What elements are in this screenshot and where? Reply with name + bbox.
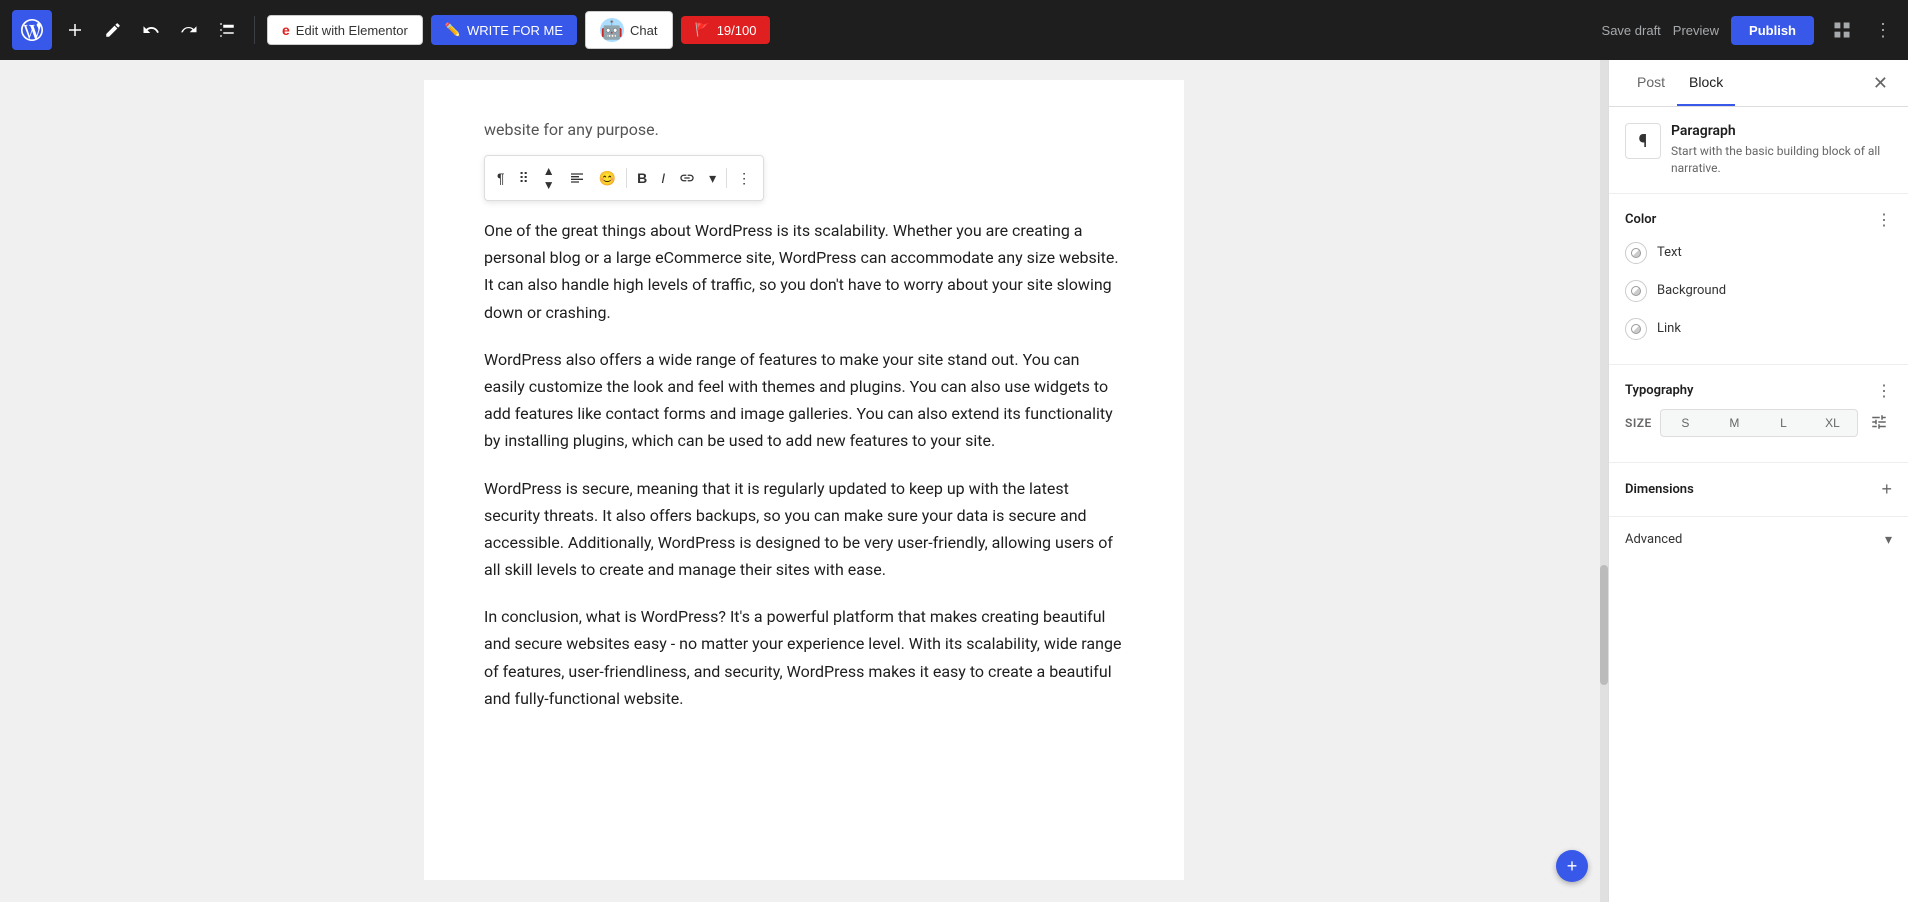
save-draft-button[interactable]: Save draft	[1602, 23, 1661, 38]
write-for-me-button[interactable]: ✏️ WRITE FOR ME	[431, 15, 577, 45]
more-options-button[interactable]: ⋮	[1870, 16, 1896, 45]
color-section: Color ⋮ Text Background Link	[1609, 194, 1908, 365]
list-view-button[interactable]	[212, 15, 242, 45]
link-color-swatch[interactable]	[1625, 318, 1647, 340]
color-link-item: Link	[1625, 310, 1892, 348]
undo-button[interactable]	[136, 15, 166, 45]
block-icon-container: ¶	[1625, 123, 1661, 159]
paragraph-4: In conclusion, what is WordPress? It's a…	[484, 603, 1124, 712]
color-background-item: Background	[1625, 272, 1892, 310]
divider-1	[254, 16, 255, 44]
chat-button[interactable]: 🤖 Chat	[585, 11, 672, 49]
cropped-paragraph: website for any purpose.	[484, 120, 1124, 139]
italic-button[interactable]: I	[655, 166, 671, 190]
dimensions-add-button[interactable]: +	[1881, 479, 1892, 500]
top-bar: e Edit with Elementor ✏️ WRITE FOR ME 🤖 …	[0, 0, 1908, 60]
color-text-item: Text	[1625, 234, 1892, 272]
size-row: SIZE S M L XL	[1625, 409, 1892, 438]
scrollbar-thumb[interactable]	[1600, 565, 1608, 685]
dimensions-section: Dimensions +	[1609, 463, 1908, 517]
paragraph-block-icon: ¶	[1639, 131, 1648, 152]
text-color-inner	[1631, 248, 1641, 258]
sidebar: Post Block ✕ ¶ Paragraph Start with the …	[1608, 60, 1908, 902]
sidebar-tabs: Post Block ✕	[1609, 60, 1908, 107]
size-s-button[interactable]: S	[1661, 410, 1710, 436]
drag-handle-button[interactable]: ⠿	[513, 166, 535, 191]
emoji-icon: 😊	[599, 170, 616, 187]
flag-icon: 🚩	[695, 22, 711, 38]
toolbar-divider-2	[726, 168, 727, 188]
color-section-header: Color ⋮	[1625, 210, 1892, 230]
align-button[interactable]	[563, 166, 591, 190]
editor-content: website for any purpose. ¶ ⠿ ▲▼ 😊	[424, 80, 1184, 880]
background-color-label: Background	[1657, 283, 1726, 298]
edit-pen-button[interactable]	[98, 15, 128, 45]
topbar-right: Save draft Preview Publish ⋮	[1602, 14, 1896, 46]
toolbar-divider	[626, 168, 627, 188]
text-color-swatch[interactable]	[1625, 242, 1647, 264]
add-button[interactable]	[60, 15, 90, 45]
more-formats-button[interactable]: ▾	[703, 166, 722, 191]
link-color-inner	[1631, 324, 1641, 334]
size-xl-button[interactable]: XL	[1808, 410, 1857, 436]
preview-button[interactable]: Preview	[1673, 23, 1719, 38]
emoji-button[interactable]: 😊	[593, 166, 622, 191]
dimensions-header: Dimensions +	[1625, 479, 1892, 500]
advanced-label: Advanced	[1625, 532, 1682, 547]
color-section-title: Color	[1625, 212, 1656, 227]
link-color-label: Link	[1657, 321, 1681, 336]
move-button[interactable]: ▲▼	[537, 160, 561, 196]
add-block-button[interactable]: +	[1556, 850, 1588, 882]
wp-logo[interactable]	[12, 10, 52, 50]
typography-more-button[interactable]: ⋮	[1876, 381, 1892, 401]
block-info: ¶ Paragraph Start with the basic buildin…	[1609, 107, 1908, 194]
bold-button[interactable]: B	[631, 166, 653, 190]
tab-block[interactable]: Block	[1677, 60, 1735, 106]
redo-button[interactable]	[174, 15, 204, 45]
drag-icon: ⠿	[519, 170, 529, 187]
advanced-toggle-button[interactable]: ▾	[1885, 531, 1892, 548]
block-description: Start with the basic building block of a…	[1671, 143, 1892, 177]
editor-area[interactable]: website for any purpose. ¶ ⠿ ▲▼ 😊	[0, 60, 1608, 902]
paragraph-icon: ¶	[497, 170, 505, 186]
settings-sidebar-button[interactable]	[1826, 14, 1858, 46]
paragraph-2: WordPress also offers a wide range of fe…	[484, 346, 1124, 455]
block-options-button[interactable]: ⋮	[731, 166, 757, 191]
write-icon: ✏️	[445, 22, 461, 38]
paragraph-1: One of the great things about WordPress …	[484, 217, 1124, 326]
tab-post[interactable]: Post	[1625, 60, 1677, 106]
size-sliders-button[interactable]	[1866, 409, 1892, 438]
publish-button[interactable]: Publish	[1731, 16, 1814, 45]
size-l-button[interactable]: L	[1759, 410, 1808, 436]
size-options: S M L XL	[1660, 409, 1858, 437]
typography-section-title: Typography	[1625, 383, 1694, 398]
editor-scrollbar[interactable]	[1600, 60, 1608, 902]
sidebar-close-button[interactable]: ✕	[1869, 60, 1892, 106]
typography-section: Typography ⋮ SIZE S M L XL	[1609, 365, 1908, 463]
block-text: Paragraph Start with the basic building …	[1671, 123, 1892, 177]
elementor-icon: e	[282, 22, 290, 38]
paragraph-3: WordPress is secure, meaning that it is …	[484, 475, 1124, 584]
main-layout: website for any purpose. ¶ ⠿ ▲▼ 😊	[0, 60, 1908, 902]
chat-avatar-img: 🤖	[600, 18, 624, 42]
link-button[interactable]	[673, 166, 701, 190]
floating-toolbar: ¶ ⠿ ▲▼ 😊 B I ▾	[484, 155, 764, 201]
typography-section-header: Typography ⋮	[1625, 381, 1892, 401]
size-label: SIZE	[1625, 416, 1652, 430]
background-color-swatch[interactable]	[1625, 280, 1647, 302]
size-m-button[interactable]: M	[1710, 410, 1759, 436]
block-title: Paragraph	[1671, 123, 1892, 139]
move-icon: ▲▼	[543, 164, 555, 192]
color-more-button[interactable]: ⋮	[1876, 210, 1892, 230]
edit-with-elementor-button[interactable]: e Edit with Elementor	[267, 15, 423, 45]
word-counter-button[interactable]: 🚩 19/100	[681, 16, 771, 44]
background-color-inner	[1631, 286, 1641, 296]
paragraph-type-button[interactable]: ¶	[491, 166, 511, 190]
dimensions-label: Dimensions	[1625, 482, 1694, 497]
advanced-section: Advanced ▾	[1609, 517, 1908, 562]
text-color-label: Text	[1657, 245, 1682, 260]
